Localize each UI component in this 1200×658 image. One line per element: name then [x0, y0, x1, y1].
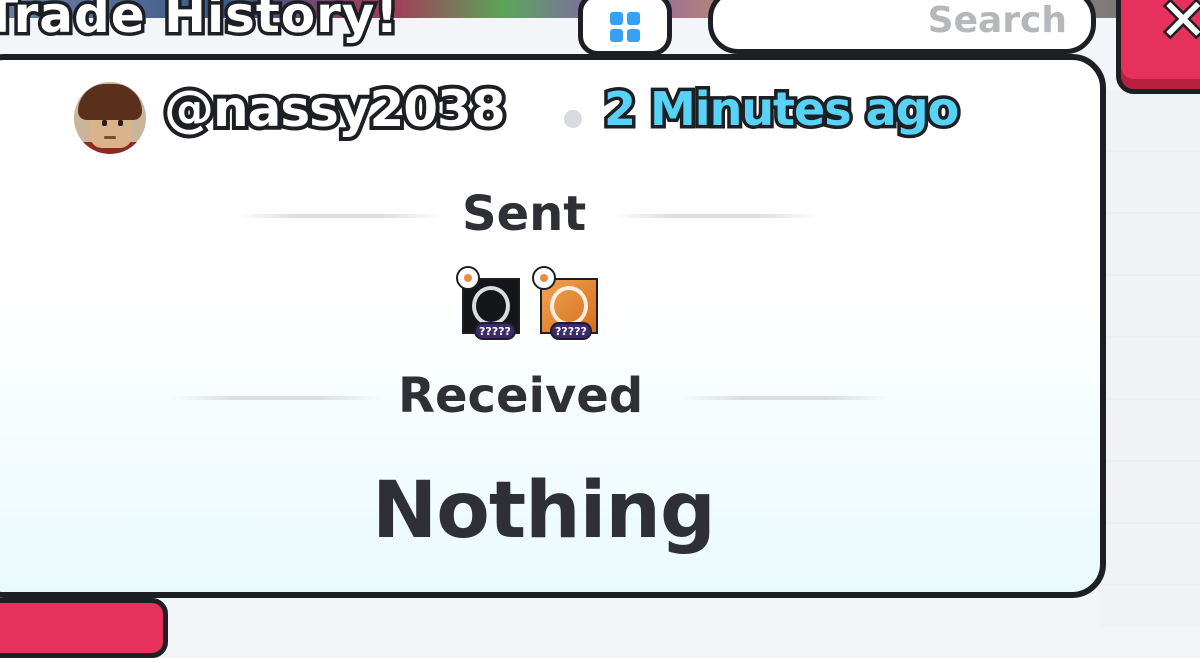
- bottom-button[interactable]: [0, 598, 168, 658]
- rarity-badge: ?????: [550, 322, 592, 340]
- separator-dot: [564, 110, 582, 128]
- close-icon: ✕: [1157, 0, 1200, 54]
- paw-icon: [532, 266, 556, 290]
- user-avatar[interactable]: [74, 82, 146, 154]
- trade-timestamp: 2 Minutes ago: [600, 79, 962, 140]
- page-title: Trade History!: [0, 0, 402, 48]
- sent-heading: Sent: [462, 186, 587, 242]
- rarity-badge: ?????: [474, 322, 516, 340]
- search-input[interactable]: [765, 0, 1069, 42]
- received-value: Nothing: [372, 466, 716, 556]
- received-heading: Received: [398, 368, 644, 424]
- grid-icon: [610, 12, 640, 42]
- menu-button[interactable]: [578, 0, 672, 56]
- received-divider-right: [680, 396, 890, 400]
- close-button[interactable]: ✕: [1116, 0, 1200, 94]
- paw-icon: [456, 266, 480, 290]
- sent-divider-right: [610, 214, 820, 218]
- background-pattern: [1100, 90, 1200, 627]
- received-divider-left: [172, 396, 382, 400]
- username[interactable]: @nassy2038: [160, 76, 510, 142]
- search-box[interactable]: [708, 0, 1096, 54]
- sent-divider-left: [234, 214, 444, 218]
